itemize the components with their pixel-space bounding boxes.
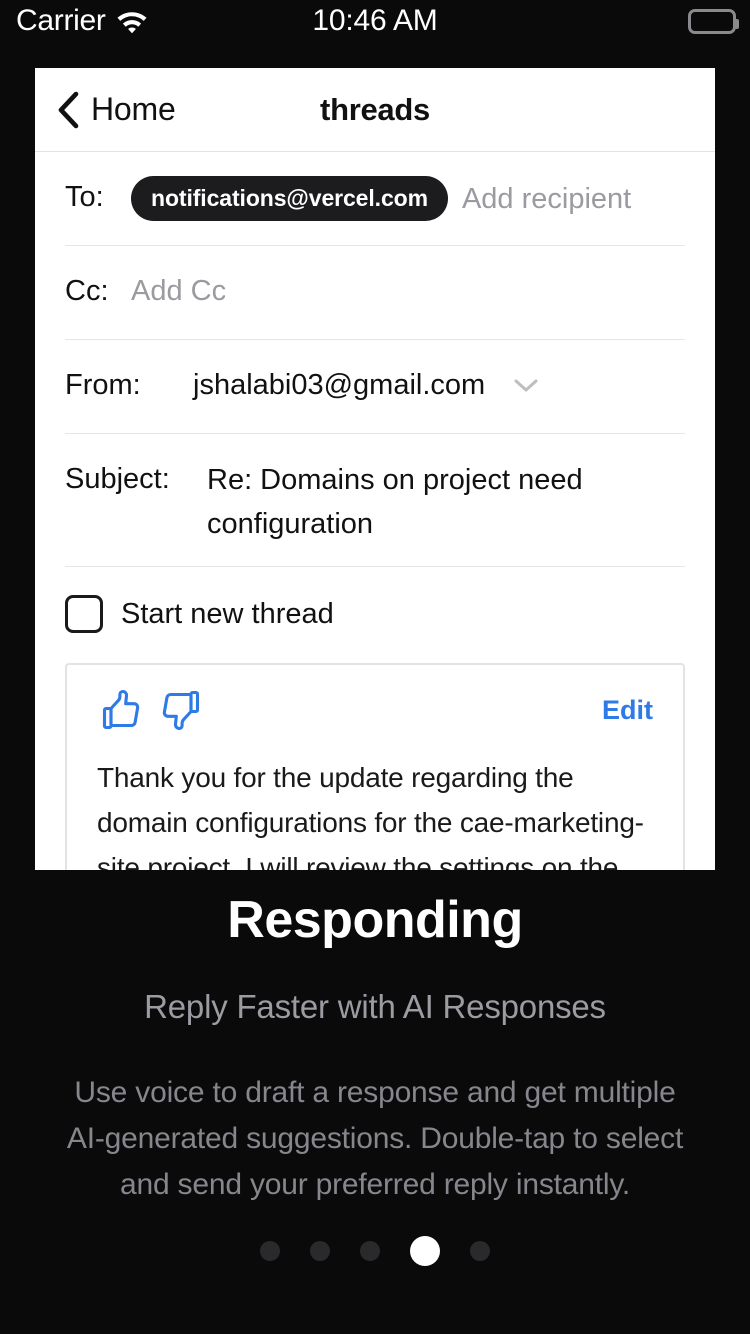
page-dot-3[interactable] [360, 1241, 380, 1261]
preview-title: threads [320, 91, 430, 127]
onboarding-title: Responding [227, 891, 523, 949]
page-dot-1[interactable] [260, 1241, 280, 1261]
add-recipient-input[interactable]: Add recipient [462, 178, 631, 220]
compose-form: To: notifications@vercel.com Add recipie… [35, 152, 715, 659]
subject-value[interactable]: Re: Domains on project need configuratio… [207, 458, 685, 546]
status-bar-time: 10:46 AM [312, 4, 438, 37]
start-new-thread-label: Start new thread [121, 597, 334, 630]
onboarding-copy: Responding Reply Faster with AI Response… [0, 890, 750, 1208]
start-new-thread-row[interactable]: Start new thread [65, 567, 685, 659]
add-cc-input[interactable]: Add Cc [131, 270, 226, 312]
preview-nav-bar: Home threads [35, 68, 715, 152]
feedback-controls [97, 687, 205, 733]
app-screen: Carrier 10:46 AM Home threads To: notifi… [0, 0, 750, 1334]
thumbs-down-icon[interactable] [159, 687, 205, 733]
subject-field-body: Re: Domains on project need configuratio… [207, 458, 685, 546]
chevron-down-icon[interactable] [513, 377, 539, 393]
thumbs-up-icon[interactable] [97, 687, 143, 733]
to-field-body: notifications@vercel.com Add recipient [131, 176, 685, 221]
cc-field-row[interactable]: Cc: Add Cc [65, 246, 685, 340]
cc-field-body: Add Cc [131, 270, 685, 312]
to-label: To: [65, 181, 104, 213]
battery-icon [688, 9, 739, 34]
ai-suggestion-card[interactable]: Edit Thank you for the update regarding … [65, 663, 685, 870]
subject-field-row[interactable]: Subject: Re: Domains on project need con… [65, 434, 685, 567]
suggestion-card-header: Edit [97, 687, 653, 733]
page-dot-2[interactable] [310, 1241, 330, 1261]
edit-button[interactable]: Edit [602, 695, 653, 726]
from-value: jshalabi03@gmail.com [193, 369, 486, 401]
page-dot-5[interactable] [470, 1241, 490, 1261]
preview-panel: Home threads To: notifications@vercel.co… [35, 68, 715, 870]
start-new-thread-checkbox[interactable] [65, 595, 103, 633]
from-label: From: [65, 369, 141, 401]
from-field-row[interactable]: From: jshalabi03@gmail.com [65, 340, 685, 434]
from-field-body: jshalabi03@gmail.com [193, 364, 685, 406]
recipient-chip[interactable]: notifications@vercel.com [131, 176, 448, 221]
onboarding-subtitle: Reply Faster with AI Responses [144, 988, 606, 1025]
status-bar: Carrier 10:46 AM [0, 0, 750, 58]
subject-label: Subject: [65, 463, 170, 495]
battery-nub [735, 19, 739, 29]
status-bar-right [688, 9, 739, 34]
onboarding-description: Use voice to draft a response and get mu… [66, 1076, 684, 1201]
cc-label: Cc: [65, 275, 109, 307]
to-field-row[interactable]: To: notifications@vercel.com Add recipie… [65, 152, 685, 246]
page-dot-4[interactable] [410, 1236, 440, 1266]
suggestion-body-text: Thank you for the update regarding the d… [97, 762, 644, 870]
page-indicator [0, 1236, 750, 1266]
